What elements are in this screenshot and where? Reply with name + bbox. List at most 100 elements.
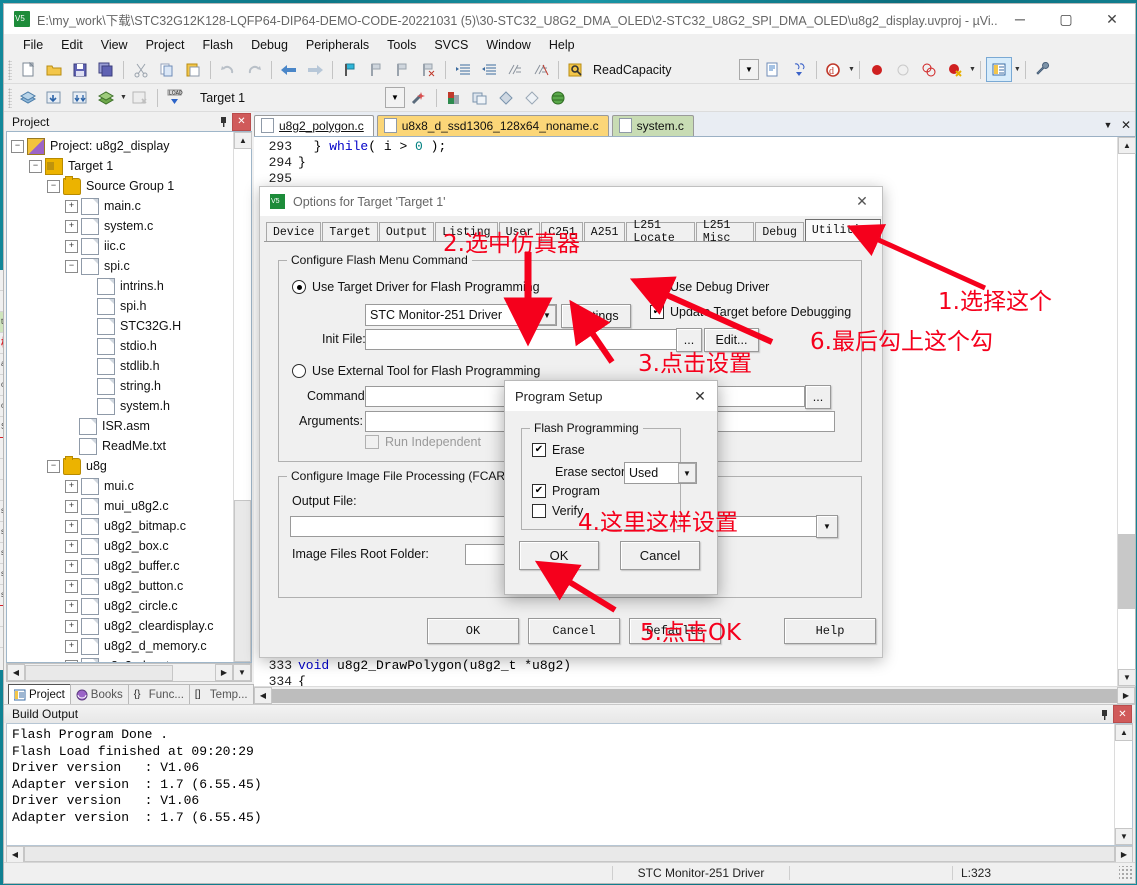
- scroll-left-button[interactable]: ◀: [7, 664, 25, 681]
- program-checkbox[interactable]: ✔: [532, 484, 546, 498]
- tab-a251[interactable]: A251: [583, 222, 626, 241]
- tab-utilities[interactable]: Utilities: [804, 219, 881, 241]
- tab-functions[interactable]: {} Func...: [127, 684, 190, 704]
- code-scroll-down-button[interactable]: ▼: [1118, 669, 1136, 686]
- erase-checkbox[interactable]: ✔: [532, 443, 546, 457]
- editor-tab-close-icon[interactable]: ✕: [1117, 114, 1135, 136]
- use-target-driver-option[interactable]: Use Target Driver for Flash Programming: [292, 280, 540, 294]
- pack-installer-icon[interactable]: [494, 86, 518, 109]
- build-hscroll-thumb[interactable]: [24, 846, 1115, 862]
- tree-item[interactable]: + u8g2_buffer.c: [11, 556, 233, 576]
- expand-icon[interactable]: +: [65, 479, 78, 493]
- tree-item[interactable]: ISR.asm: [11, 416, 233, 436]
- indent-icon[interactable]: [451, 58, 475, 81]
- build-output-horizontal-scrollbar[interactable]: ◀ ▶: [6, 845, 1133, 863]
- toolbar-grip[interactable]: [8, 87, 12, 108]
- menu-tools[interactable]: Tools: [378, 36, 425, 54]
- run-independent-checkbox[interactable]: [365, 435, 379, 449]
- tree-item[interactable]: − Project: u8g2_display: [11, 136, 233, 156]
- tree-item[interactable]: system.h: [11, 396, 233, 416]
- paste-icon[interactable]: [181, 58, 205, 81]
- incremental-find-icon[interactable]: [787, 58, 811, 81]
- find-combo-text[interactable]: ReadCapacity: [589, 60, 738, 79]
- close-button[interactable]: ✕: [1089, 4, 1135, 34]
- scroll-right-button[interactable]: ▶: [215, 664, 233, 681]
- editor-tab-list-icon[interactable]: ▼: [1099, 114, 1117, 136]
- tree-item[interactable]: + mui.c: [11, 476, 233, 496]
- tab-device[interactable]: Device: [266, 222, 322, 241]
- build-pin-icon[interactable]: [1095, 705, 1113, 723]
- tab-templates[interactable]: [] Temp...: [188, 684, 254, 704]
- tree-item[interactable]: + u8g2_button.c: [11, 576, 233, 596]
- chevron-down-icon[interactable]: ▼: [678, 463, 696, 483]
- comment-icon[interactable]: [503, 58, 527, 81]
- expand-icon[interactable]: +: [65, 219, 78, 233]
- expand-icon[interactable]: +: [65, 599, 78, 613]
- update-target-checkbox[interactable]: ✔: [650, 305, 664, 319]
- expand-icon[interactable]: +: [65, 539, 78, 553]
- run-independent-option[interactable]: Run Independent: [365, 435, 481, 449]
- code-scroll-right-button[interactable]: ▶: [1117, 687, 1135, 704]
- tab-project[interactable]: Project: [8, 684, 71, 704]
- undo-icon[interactable]: [216, 58, 240, 81]
- tab-debug[interactable]: Debug: [755, 222, 804, 241]
- tree-item[interactable]: spi.h: [11, 296, 233, 316]
- expand-icon[interactable]: +: [65, 239, 78, 253]
- rebuild-icon[interactable]: [68, 86, 92, 109]
- scroll-more-button[interactable]: ▼: [233, 664, 251, 681]
- browse-symbols-icon[interactable]: [761, 58, 785, 81]
- scroll-up-button[interactable]: ▲: [234, 132, 252, 150]
- build-output-vertical-scrollbar[interactable]: ▲ ▼: [1114, 724, 1133, 845]
- tree-item[interactable]: − Target 1: [11, 156, 233, 176]
- editor-tab-system[interactable]: system.c: [611, 114, 694, 136]
- scroll-thumb[interactable]: [234, 500, 251, 662]
- save-icon[interactable]: [68, 58, 92, 81]
- stop-build-icon[interactable]: [128, 86, 152, 109]
- tree-item[interactable]: + mui_u8g2.c: [11, 496, 233, 516]
- expand-icon[interactable]: +: [65, 559, 78, 573]
- navigate-back-icon[interactable]: [277, 58, 301, 81]
- options-cancel-button[interactable]: Cancel: [528, 618, 620, 644]
- pack-filter-icon[interactable]: [520, 86, 544, 109]
- minimize-button[interactable]: ─: [997, 4, 1043, 34]
- output-file-dropdown[interactable]: ▼: [816, 515, 838, 538]
- build-scroll-up-button[interactable]: ▲: [1115, 724, 1133, 741]
- manage-runtime-icon[interactable]: [546, 86, 570, 109]
- tree-item[interactable]: ReadMe.txt: [11, 436, 233, 456]
- tab-output[interactable]: Output: [378, 222, 435, 241]
- pin-icon[interactable]: [214, 113, 232, 131]
- menu-file[interactable]: File: [14, 36, 52, 54]
- expand-icon[interactable]: +: [65, 639, 78, 653]
- build-icon[interactable]: [42, 86, 66, 109]
- menu-flash[interactable]: Flash: [193, 36, 242, 54]
- erase-sectors-combo[interactable]: Used ▼: [624, 462, 697, 484]
- editor-tab-u8x8-ssd1306[interactable]: u8x8_d_ssd1306_128x64_noname.c: [376, 114, 609, 136]
- breakpoints-dropdown-icon[interactable]: ▼: [969, 66, 976, 73]
- bookmark-clear-icon[interactable]: [416, 58, 440, 81]
- menu-project[interactable]: Project: [137, 36, 194, 54]
- tree-item[interactable]: + u8g2_box.c: [11, 536, 233, 556]
- code-scroll-thumb-h[interactable]: [272, 688, 1117, 703]
- tree-item[interactable]: + main.c: [11, 196, 233, 216]
- manage-components-icon[interactable]: [468, 86, 492, 109]
- find-combo-dropdown-icon[interactable]: ▼: [739, 59, 759, 80]
- erase-option[interactable]: ✔ Erase: [532, 443, 585, 457]
- batch-build-dropdown-icon[interactable]: ▼: [120, 94, 127, 101]
- options-dialog-close-button[interactable]: ✕: [842, 187, 882, 216]
- cut-icon[interactable]: [129, 58, 153, 81]
- build-hscroll-right-button[interactable]: ▶: [1115, 845, 1133, 863]
- tree-item[interactable]: + u8g2_circle.c: [11, 596, 233, 616]
- expand-icon[interactable]: +: [65, 199, 78, 213]
- manage-windows-dropdown-icon[interactable]: ▼: [1014, 66, 1021, 73]
- navigate-forward-icon[interactable]: [303, 58, 327, 81]
- target-select-label[interactable]: Target 1: [196, 88, 305, 107]
- tree-item[interactable]: + system.c: [11, 216, 233, 236]
- tree-item[interactable]: + iic.c: [11, 236, 233, 256]
- tree-item[interactable]: string.h: [11, 376, 233, 396]
- menu-view[interactable]: View: [92, 36, 137, 54]
- open-file-icon[interactable]: [42, 58, 66, 81]
- tab-target[interactable]: Target: [322, 222, 378, 241]
- disable-breakpoint-icon[interactable]: [891, 58, 915, 81]
- scroll-thumb-h[interactable]: [25, 664, 173, 681]
- build-output-close-button[interactable]: ✕: [1113, 705, 1132, 723]
